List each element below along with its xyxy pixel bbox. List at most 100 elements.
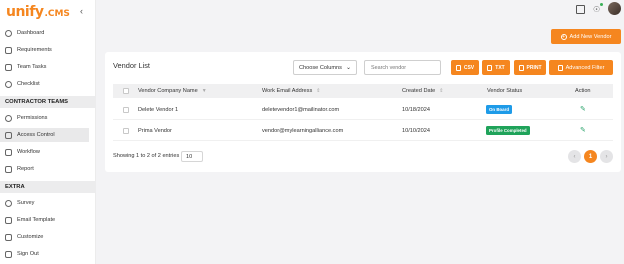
sort-icon: ⇕	[439, 88, 444, 94]
chevron-down-icon: ⌄	[345, 65, 351, 71]
sidebar-item-email-template[interactable]: Email Template	[0, 213, 96, 227]
tasks-icon	[5, 63, 12, 71]
sidebar-item-access-control[interactable]: Access Control	[0, 128, 89, 142]
requirements-icon	[5, 46, 12, 54]
csv-label: CSV	[463, 64, 475, 71]
permissions-icon	[5, 114, 12, 122]
sidebar-item-requirements[interactable]: Requirements	[0, 43, 96, 57]
created-date: 10/18/2024	[402, 107, 430, 113]
plus-icon: +	[560, 33, 567, 40]
monitor-icon[interactable]	[576, 5, 585, 14]
sidebar-item-survey[interactable]: Survey	[0, 196, 96, 210]
txt-label: TXT	[495, 64, 505, 71]
choose-columns-label: Choose Columns	[299, 64, 342, 71]
sidebar-item-customize[interactable]: Customize	[0, 230, 96, 244]
sort-desc-icon: ▼	[201, 88, 207, 94]
section-header-extra: EXTRA	[0, 181, 96, 193]
sidebar-item-workflow[interactable]: Workflow	[0, 145, 96, 159]
customize-icon	[5, 233, 12, 241]
filter-icon	[557, 64, 563, 71]
access-control-icon	[5, 131, 12, 139]
brand-logo[interactable]: unify .CMS	[6, 4, 70, 20]
table-row: Prima Vendor vendor@mylearningalliance.c…	[113, 121, 613, 141]
report-icon	[5, 165, 12, 173]
edit-icon[interactable]: ✎	[580, 127, 587, 134]
entries-summary: Showing 1 to 2 of 2 entries	[113, 153, 180, 159]
select-all-checkbox[interactable]	[123, 88, 129, 94]
bell-icon[interactable]: ☉	[593, 5, 602, 14]
previous-page-button[interactable]: ‹	[568, 150, 581, 163]
row-checkbox[interactable]	[123, 107, 129, 113]
checklist-icon	[5, 80, 12, 88]
vendor-name[interactable]: Prima Vendor	[138, 128, 172, 134]
gauge-icon	[5, 29, 12, 37]
sidebar-item-report[interactable]: Report	[0, 162, 96, 176]
sidebar-item-label: Access Control	[17, 132, 55, 138]
survey-icon	[5, 199, 12, 207]
sign-out-icon	[5, 250, 12, 258]
collapse-sidebar-icon[interactable]: ‹	[80, 6, 83, 16]
add-new-vendor-label: Add New Vendor	[569, 33, 612, 40]
add-new-vendor-button[interactable]: + Add New Vendor	[551, 29, 621, 44]
sidebar-item-label: Email Template	[17, 217, 56, 223]
avatar[interactable]	[608, 2, 621, 15]
created-date: 10/10/2024	[402, 128, 430, 134]
print-button[interactable]: PRINT	[514, 60, 546, 75]
file-icon	[455, 64, 461, 71]
search-input[interactable]	[364, 60, 441, 75]
notification-dot	[600, 3, 603, 6]
sidebar-item-team-tasks[interactable]: Team Tasks	[0, 60, 96, 74]
edit-icon[interactable]: ✎	[580, 106, 587, 113]
row-checkbox[interactable]	[123, 128, 129, 134]
status-badge: On Board	[486, 105, 513, 114]
column-label: Vendor Company Name	[138, 88, 198, 94]
sidebar-item-label: Permissions	[17, 115, 48, 121]
sidebar-item-label: Customize	[17, 234, 44, 240]
txt-export-button[interactable]: TXT	[482, 60, 510, 75]
page-1-button[interactable]: 1	[584, 150, 597, 163]
email-icon	[5, 216, 12, 224]
logo-main: unify	[6, 4, 44, 20]
advanced-filter-button[interactable]: Advanced Filter	[549, 60, 613, 75]
vendor-name[interactable]: Delete Vendor 1	[138, 107, 178, 113]
logo-suffix: .CMS	[44, 8, 70, 19]
vendor-email: vendor@mylearningalliance.com	[262, 128, 344, 134]
sidebar-item-sign-out[interactable]: Sign Out	[0, 247, 96, 261]
table-header: Vendor Company Name ▼ Work Email Address ⇕…	[113, 84, 613, 98]
sidebar-item-label: Survey	[17, 200, 35, 206]
sidebar-item-checklist[interactable]: Checklist	[0, 77, 96, 91]
sidebar-item-dashboard[interactable]: Dashboard	[0, 26, 96, 40]
vendor-email: deletevendor1@mailinator.com	[262, 107, 340, 113]
choose-columns-dropdown[interactable]: Choose Columns ⌄	[293, 60, 357, 75]
column-header-company[interactable]: Vendor Company Name ▼	[138, 88, 207, 94]
print-label: PRINT	[526, 64, 542, 71]
vendor-list-card: Vendor List Choose Columns ⌄ CSV TXT PRI…	[105, 52, 621, 172]
sidebar-item-label: Dashboard	[17, 30, 45, 36]
sidebar-item-permissions[interactable]: Permissions	[0, 111, 96, 125]
sidebar: unify .CMS ‹ Dashboard Requirements Team…	[0, 0, 96, 264]
sidebar-item-label: Sign Out	[17, 251, 39, 257]
workflow-icon	[5, 148, 12, 156]
advanced-filter-label: Advanced Filter	[565, 64, 605, 71]
csv-export-button[interactable]: CSV	[451, 60, 479, 75]
sidebar-item-label: Workflow	[17, 149, 40, 155]
status-badge: Profile Completed	[486, 126, 530, 135]
column-label: Created Date	[402, 88, 436, 94]
page-size-select[interactable]: 10	[181, 151, 203, 162]
column-header-action: Action	[575, 88, 591, 94]
sidebar-item-label: Requirements	[17, 47, 52, 53]
section-header-contractor-teams: CONTRACTOR TEAMS	[0, 96, 96, 108]
column-label: Work Email Address	[262, 88, 313, 94]
file-icon	[487, 64, 493, 71]
printer-icon	[518, 64, 524, 71]
next-page-button[interactable]: ›	[600, 150, 613, 163]
column-header-email[interactable]: Work Email Address ⇕	[262, 88, 320, 94]
table-row: Delete Vendor 1 deletevendor1@mailinator…	[113, 100, 613, 120]
sidebar-item-label: Report	[17, 166, 34, 172]
sidebar-item-label: Checklist	[17, 81, 40, 87]
top-bar: ☉	[96, 0, 624, 20]
card-title: Vendor List	[113, 61, 150, 70]
sort-icon: ⇕	[316, 88, 321, 94]
column-header-status: Vendor Status	[487, 88, 523, 94]
column-header-created-date[interactable]: Created Date ⇕	[402, 88, 443, 94]
